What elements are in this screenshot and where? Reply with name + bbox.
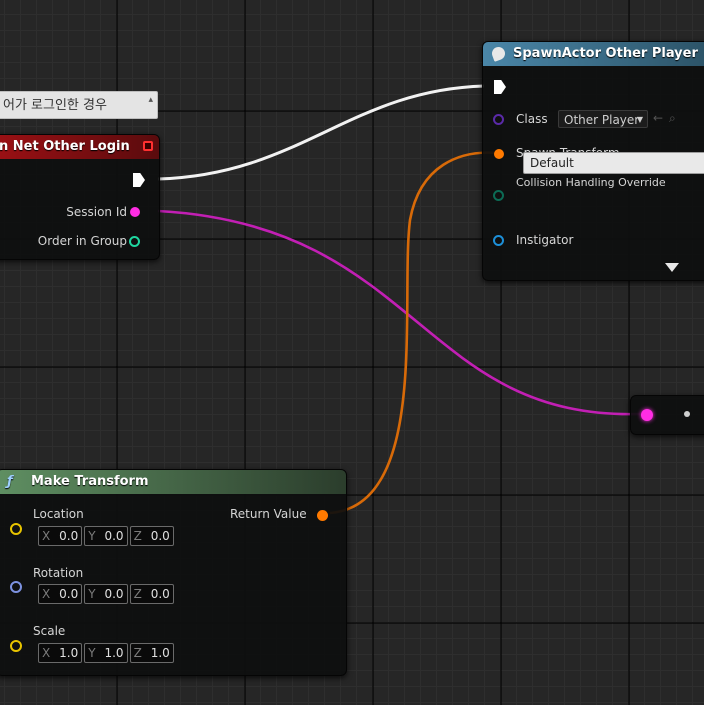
session-id-label: Session Id [66, 205, 127, 219]
axis-y-label: Y [88, 587, 96, 601]
axis-z-label: Z [133, 529, 142, 543]
spawn-function-icon [490, 45, 507, 62]
session-id-pin[interactable] [130, 207, 140, 217]
scale-y-field[interactable]: Y 1.0 [84, 643, 128, 663]
dropdown-arrow-icon: ▼ [636, 115, 643, 124]
spawn-actor-node[interactable]: SpawnActor Other Player Class Other Play… [482, 41, 704, 281]
advanced-expand-arrow-icon[interactable] [665, 263, 679, 272]
order-in-group-label: Order in Group [37, 234, 127, 248]
class-label: Class [516, 112, 548, 126]
axis-y-label: Y [88, 646, 96, 660]
scale-y-value: 1.0 [104, 646, 124, 660]
location-vector: X 0.0 Y 0.0 Z 0.0 [38, 526, 174, 546]
spawn-actor-header[interactable]: SpawnActor Other Player [483, 42, 704, 66]
location-x-field[interactable]: X 0.0 [38, 526, 83, 546]
location-label: Location [33, 507, 84, 521]
axis-z-label: Z [133, 646, 142, 660]
location-y-value: 0.0 [104, 529, 124, 543]
offscreen-node-dot-pin[interactable] [684, 411, 690, 417]
transform-wire[interactable] [329, 151, 498, 515]
class-pin[interactable] [493, 114, 504, 125]
location-z-field[interactable]: Z 0.0 [129, 526, 174, 546]
scale-x-field[interactable]: X 1.0 [38, 643, 83, 663]
rotation-y-value: 0.0 [104, 587, 124, 601]
spawn-transform-pin[interactable] [494, 149, 504, 159]
order-in-group-pin[interactable] [129, 236, 140, 247]
axis-x-label: X [42, 646, 51, 660]
instigator-pin[interactable] [493, 235, 504, 246]
scale-vector: X 1.0 Y 1.0 Z 1.0 [38, 643, 174, 663]
comment-text: 어가 로그인한 경우 [3, 98, 107, 113]
axis-z-label: Z [133, 587, 142, 601]
rotation-vector: X 0.0 Y 0.0 Z 0.0 [38, 584, 174, 604]
rotation-z-field[interactable]: Z 0.0 [129, 584, 174, 604]
instigator-label: Instigator [516, 233, 574, 247]
exec-wire[interactable] [157, 84, 485, 181]
location-z-value: 0.0 [150, 529, 170, 543]
event-node[interactable]: n Net Other Login Session Id Order in Gr… [0, 134, 160, 260]
rotation-y-field[interactable]: Y 0.0 [84, 584, 128, 604]
make-transform-title: Make Transform [31, 474, 149, 489]
event-node-header[interactable]: n Net Other Login [0, 135, 159, 159]
event-node-title: n Net Other Login [0, 139, 130, 154]
return-value-pin[interactable] [317, 510, 328, 521]
make-transform-header[interactable]: ƒ Make Transform [0, 470, 346, 494]
offscreen-node-string-pin[interactable] [641, 409, 653, 421]
location-x-value: 0.0 [59, 529, 79, 543]
use-selected-arrow-icon[interactable]: ← [653, 111, 663, 125]
collision-combo-value: Default [530, 156, 574, 170]
class-dropdown-value: Other Player [564, 113, 640, 127]
browse-search-icon[interactable]: ⌕ [669, 111, 676, 126]
collapse-arrow-icon[interactable]: ▴ [148, 86, 153, 114]
rotation-z-value: 0.0 [150, 587, 170, 601]
rotation-pin[interactable] [10, 581, 22, 593]
rotation-x-value: 0.0 [59, 587, 79, 601]
scale-x-value: 1.0 [59, 646, 79, 660]
axis-x-label: X [42, 529, 51, 543]
make-transform-node[interactable]: ƒ Make Transform Return Value Location X… [0, 469, 347, 676]
return-value-label: Return Value [230, 507, 307, 521]
axis-y-label: Y [88, 529, 96, 543]
scale-pin[interactable] [10, 640, 22, 652]
class-dropdown[interactable]: Other Player ▼ [558, 110, 648, 128]
function-f-icon: ƒ [7, 474, 13, 489]
comment-box[interactable]: 어가 로그인한 경우 ▴ [0, 91, 158, 119]
rotation-label: Rotation [33, 566, 84, 580]
axis-x-label: X [42, 587, 51, 601]
scale-z-field[interactable]: Z 1.0 [129, 643, 174, 663]
location-y-field[interactable]: Y 0.0 [84, 526, 128, 546]
exec-in-pin[interactable] [494, 80, 506, 94]
collision-pin[interactable] [493, 190, 504, 201]
scale-label: Scale [33, 624, 66, 638]
collision-label: Collision Handling Override [516, 176, 666, 189]
exec-out-pin[interactable] [133, 173, 145, 187]
offscreen-node[interactable] [630, 395, 704, 435]
spawn-actor-title: SpawnActor Other Player [513, 46, 698, 61]
location-pin[interactable] [10, 523, 22, 535]
rotation-x-field[interactable]: X 0.0 [38, 584, 83, 604]
scale-z-value: 1.0 [150, 646, 170, 660]
event-delegate-icon [143, 141, 153, 151]
collision-combo[interactable]: Default [523, 152, 704, 174]
